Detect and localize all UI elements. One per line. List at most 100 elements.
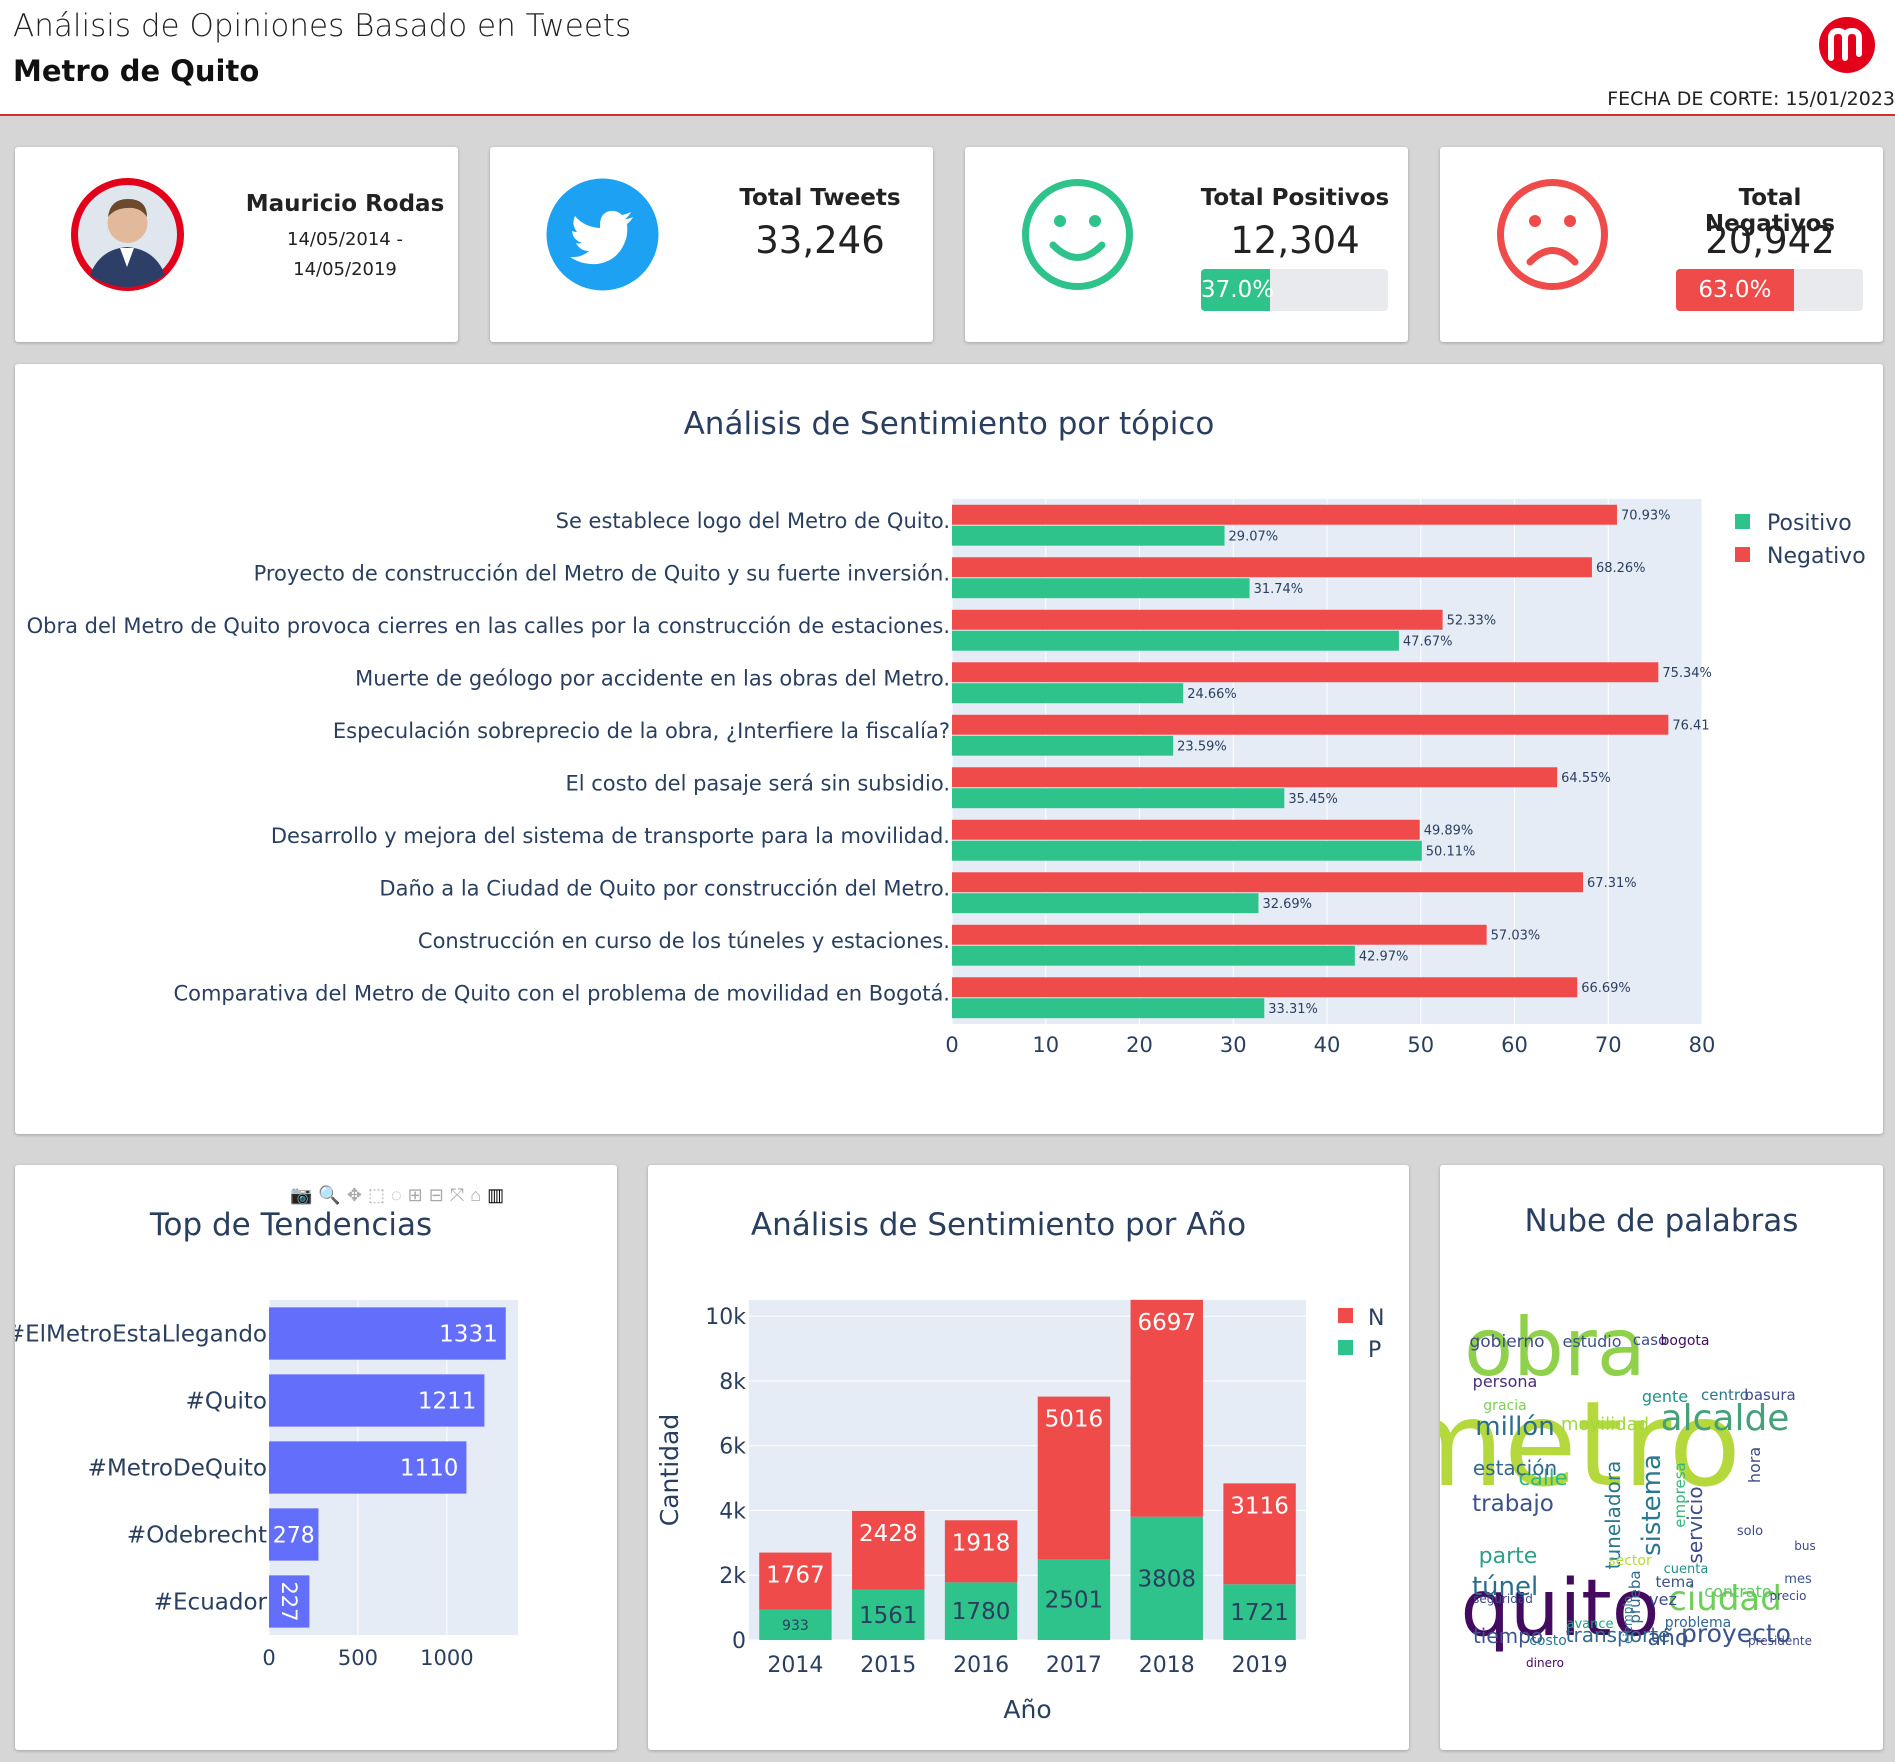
y-tick-label: 8k [719,1370,746,1395]
word-cloud-image: metroobraquitoalcaldeciudadmillóntúnelpr… [1440,1301,1816,1670]
data-label-positivo: 42.97% [1359,950,1409,965]
y-tick-label: Muerte de geólogo por accidente en las o… [355,666,950,690]
x-tick-label: 80 [1689,1033,1716,1057]
data-label-p: 1721 [1230,1600,1289,1626]
bar-negativo [952,872,1584,893]
x-tick-label: 2014 [767,1653,823,1678]
person-card: Mauricio Rodas 14/05/2014 - 14/05/2019 [15,147,458,342]
page-title: Análisis de Opiniones Basado en Tweets [13,8,632,44]
legend-label-negativo: Negativo [1767,544,1866,569]
person-period: 14/05/2014 - 14/05/2019 [245,225,445,285]
y-tick-label: Se establece logo del Metro de Quito. [556,509,950,533]
data-label-p: 2501 [1045,1588,1104,1614]
data-label-positivo: 47.67% [1403,635,1453,650]
legend-label-n: N [1368,1306,1384,1331]
data-label-negativo: 68.26% [1596,561,1646,576]
kpi-value: 33,246 [755,219,885,262]
data-label-positivo: 32.69% [1262,897,1312,912]
cloud-word: tema [1656,1573,1695,1591]
bar-positivo [952,735,1174,756]
y-tick-label: Obra del Metro de Quito provoca cierres … [27,614,950,638]
cloud-word: gracia [1483,1398,1526,1414]
bar-positivo [952,578,1250,599]
topic-sentiment-card: Análisis de Sentimiento por tópico 0 10 20… [15,364,1883,1134]
cloud-word: precio [1770,1589,1807,1603]
data-label-positivo: 23.59% [1177,740,1227,755]
trend-category-label: #Odebrecht [127,1523,267,1549]
cloud-word: costo [1529,1633,1567,1649]
cloud-word: avance [1566,1617,1613,1632]
twitter-icon [546,178,659,291]
x-axis-title: Año [1003,1695,1051,1724]
cloud-word: gobierno [1469,1332,1544,1352]
cutoff-date: FECHA DE CORTE: 15/01/2023 [1607,88,1895,110]
trend-value-label: 227 [277,1581,301,1621]
bar-negativo [952,924,1487,945]
kpi-value: 20,942 [1705,219,1835,262]
trend-category-label: #Quito [186,1389,267,1415]
negative-card: Total Negativos 20,942 63.0% [1440,147,1883,342]
x-tick-label: 0 [262,1646,275,1670]
data-label-n: 3116 [1230,1493,1289,1519]
legend-swatch-n [1338,1308,1353,1323]
legend-swatch-positivo [1735,514,1750,529]
legend-swatch-negativo [1735,547,1750,562]
trends-card: 📷 🔍 ✥ ⬚ ◌ ⊞ ⊟ ⤧ ⌂ ▥ Top de Tendencias 05… [15,1165,617,1750]
cloud-word: sistema [1637,1454,1667,1556]
year-sentiment-chart[interactable]: 0 2k 4k 6k 8k 10k 933 1767 2014 1561 2428 2015 1780 1… [648,1165,1409,1750]
x-tick-label: 50 [1407,1033,1434,1057]
trends-chart[interactable]: 0 500 1000 1331 #ElMetroEstaLlegando 1211 #Qui… [15,1165,617,1750]
bar-negativo [952,504,1617,525]
bar-negativo [952,662,1659,683]
negative-progress-label: 63.0% [1676,269,1794,311]
y-tick-label: Proyecto de construcción del Metro de Qu… [254,561,950,585]
cloud-word: solo [1737,1524,1763,1539]
cloud-word: seguridad [1473,1592,1533,1606]
data-label-p: 1780 [952,1599,1011,1625]
x-tick-label: 0 [945,1033,958,1057]
data-label-negativo: 57.03% [1491,929,1541,944]
topic-sentiment-chart[interactable]: 0 10 20 30 40 50 60 70 80 70.93% 29.07% Se establec… [15,364,1883,1134]
y-tick-label: Daño a la Ciudad de Quito por construcci… [379,876,950,900]
cloud-word: basura [1744,1386,1795,1404]
data-label-positivo: 31.74% [1254,582,1304,597]
y-tick-label: 10k [705,1305,746,1330]
person-avatar [71,178,184,291]
cloud-word: centro [1701,1386,1749,1404]
y-tick-label: Especulación sobreprecio de la obra, ¿In… [333,719,950,743]
data-label-n: 6697 [1137,1310,1196,1336]
cloud-word: contrato [1704,1582,1771,1601]
cloud-word: hora [1745,1447,1764,1483]
positive-progress-bar: 37.0% [1201,269,1388,311]
cloud-word: estación [1473,1456,1557,1480]
cloud-word: millón [1475,1412,1554,1442]
cloud-word: sector [1608,1553,1652,1569]
data-label-positivo: 24.66% [1187,687,1237,702]
year-sentiment-card: Análisis de Sentimiento por Año 0 2k 4k 6k 8… [648,1165,1409,1750]
word-cloud-card: Nube de palabras metro obra quito alcalde ci… [1440,1165,1883,1750]
negative-progress-bar: 63.0% [1676,269,1863,311]
cloud-word: movilidad [1561,1414,1649,1435]
smile-face-icon [1022,179,1133,290]
period-start: 14/05/2014 - [287,229,403,250]
sad-face-icon [1497,179,1608,290]
cloud-word: persona [1473,1372,1538,1391]
bar-negativo [952,977,1578,998]
tweets-card: Total Tweets 33,246 [490,147,933,342]
data-label-p: 933 [782,1618,809,1634]
bar-positivo [952,788,1285,809]
kpi-title: Total Positivos [1200,185,1390,211]
x-tick-label: 2015 [860,1653,916,1678]
data-label-positivo: 33.31% [1268,1002,1318,1017]
page-subtitle: Metro de Quito [13,54,260,88]
bar-negativo [952,819,1420,840]
y-tick-label: 4k [719,1499,746,1524]
y-tick-label: Construcción en curso de los túneles y e… [418,929,950,953]
legend-label-p: P [1368,1338,1381,1363]
data-label-negativo: 75.34% [1662,666,1712,681]
x-tick-label: 2016 [953,1653,1009,1678]
y-tick-label: El costo del pasaje será sin subsidio. [565,771,950,795]
y-tick-label: 0 [732,1629,746,1654]
bar-negativo [952,609,1443,630]
data-label-p: 1561 [859,1603,918,1629]
